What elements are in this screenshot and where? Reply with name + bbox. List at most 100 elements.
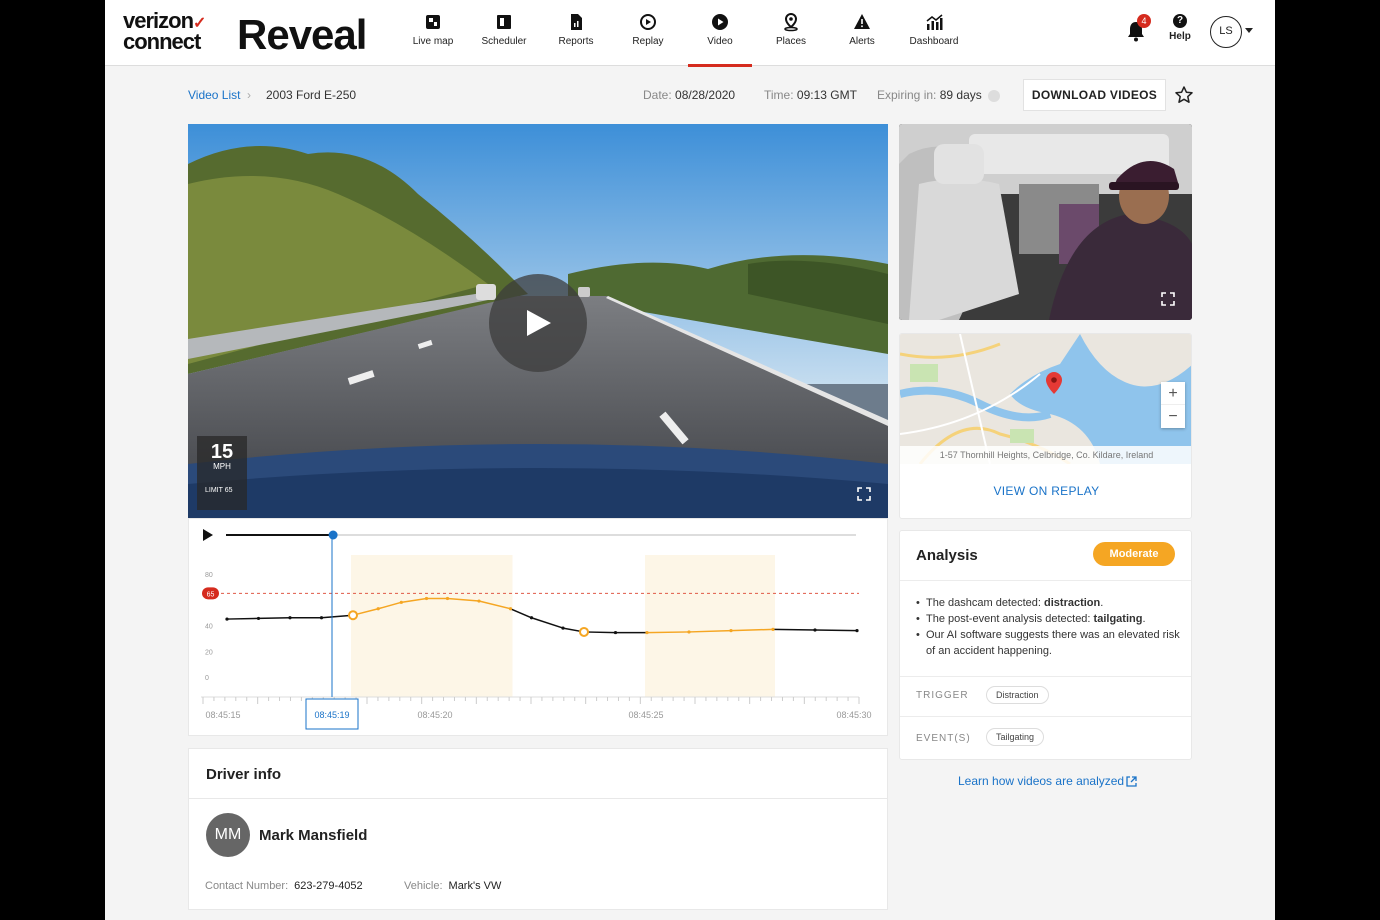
- driver-avatar: MM: [206, 813, 250, 857]
- play-video-button[interactable]: [489, 274, 587, 372]
- nav-item-places[interactable]: Places: [756, 12, 826, 66]
- data-point-19[interactable]: [813, 628, 817, 632]
- data-point-16[interactable]: [687, 630, 691, 634]
- trigger-chip[interactable]: Distraction: [986, 686, 1049, 704]
- data-point-2[interactable]: [288, 616, 292, 620]
- nav-item-live-map[interactable]: Live map: [398, 12, 468, 66]
- zoom-in-button[interactable]: +: [1161, 382, 1185, 405]
- analysis-card: Analysis Moderate The dashcam detected: …: [899, 530, 1192, 760]
- driver-name[interactable]: Mark Mansfield: [259, 827, 367, 844]
- vehicle-value: Mark's VW: [448, 880, 502, 892]
- series-segment-10: [509, 608, 533, 619]
- zoom-out-button[interactable]: −: [1161, 405, 1185, 428]
- data-point-6[interactable]: [399, 600, 403, 604]
- data-point-12[interactable]: [561, 626, 565, 630]
- breadcrumb-video-list-link[interactable]: Video List: [188, 88, 240, 102]
- nav-item-video[interactable]: Video: [685, 12, 755, 67]
- nav-item-scheduler[interactable]: Scheduler: [469, 12, 539, 66]
- nav-item-dashboard[interactable]: Dashboard: [899, 12, 969, 66]
- cabin-camera-view[interactable]: [899, 124, 1192, 320]
- download-videos-button[interactable]: DOWNLOAD VIDEOS: [1023, 79, 1166, 111]
- product-name: Reveal: [237, 11, 367, 58]
- map-zoom-controls: + −: [1161, 382, 1185, 428]
- trigger-label: TRIGGER: [916, 690, 969, 701]
- y-tick-label-1: 65: [207, 591, 215, 598]
- view-on-replay-link[interactable]: VIEW ON REPLAY: [900, 484, 1191, 498]
- x-tick-label-3: 08:45:25: [628, 710, 663, 720]
- analysis-finding: The post-event analysis detected: tailga…: [916, 611, 1181, 627]
- y-tick-label-0: 80: [205, 572, 213, 579]
- events-label: EVENT(S): [916, 733, 971, 744]
- data-point-7[interactable]: [424, 596, 429, 601]
- x-tick-label-1: 08:45:19: [314, 710, 349, 720]
- timeline-scrubber-handle[interactable]: [328, 530, 338, 540]
- scheduler-icon: [497, 15, 511, 29]
- user-avatar[interactable]: LS: [1210, 16, 1242, 48]
- favorite-star-icon[interactable]: [1173, 84, 1195, 106]
- finding-keyword: tailgating: [1093, 613, 1143, 625]
- divider: [900, 580, 1191, 581]
- reports-icon: [571, 14, 582, 30]
- data-point-18[interactable]: [771, 627, 775, 631]
- data-point-14[interactable]: [613, 630, 618, 635]
- help-icon: ?: [1173, 14, 1187, 28]
- location-map-card: 1-57 Thornhill Heights, Celbridge, Co. K…: [899, 333, 1192, 519]
- nav-item-alerts[interactable]: Alerts: [827, 12, 897, 66]
- data-point-20[interactable]: [855, 629, 859, 633]
- brand-logo[interactable]: verizon✓ connect: [123, 10, 206, 53]
- notification-count-badge: 4: [1137, 14, 1151, 28]
- data-point-10[interactable]: [508, 607, 513, 611]
- fullscreen-icon[interactable]: [856, 486, 872, 502]
- speed-limit-label: LIMIT 65: [205, 487, 233, 494]
- y-tick-label-2: 40: [205, 624, 213, 631]
- cabin-fullscreen-icon[interactable]: [1161, 292, 1175, 306]
- x-axis-minor-ticks: [202, 697, 860, 704]
- expiring-value: 89 days: [939, 88, 982, 102]
- event-chip[interactable]: Tailgating: [986, 728, 1045, 746]
- divider: [900, 676, 1191, 677]
- x-tick-label-0: 08:45:15: [205, 710, 240, 720]
- nav-item-replay[interactable]: Replay: [613, 12, 683, 66]
- meta-date: Date: 08/28/2020: [643, 88, 735, 102]
- data-point-8[interactable]: [445, 596, 450, 601]
- series-segment-19: [814, 629, 858, 632]
- data-point-17[interactable]: [729, 629, 733, 633]
- divider: [189, 798, 887, 799]
- learn-how-videos-analyzed-link[interactable]: Learn how videos are analyzed: [958, 774, 1124, 788]
- user-menu-caret-icon[interactable]: [1245, 28, 1253, 33]
- data-point-3[interactable]: [319, 616, 324, 620]
- dashcam-video-player[interactable]: 15 MPH LIMIT 65: [188, 124, 888, 518]
- data-point-1[interactable]: [256, 616, 261, 621]
- timeline-play-icon[interactable]: [203, 529, 213, 541]
- expiry-info-icon[interactable]: [988, 90, 1000, 102]
- analysis-finding: Our AI software suggests there was an el…: [916, 627, 1181, 659]
- data-point-0[interactable]: [225, 617, 229, 621]
- finding-tail: .: [1100, 597, 1104, 609]
- data-point-15[interactable]: [645, 630, 649, 635]
- map-image[interactable]: [900, 334, 1192, 464]
- data-point-11[interactable]: [529, 616, 534, 620]
- nav-item-label: Alerts: [849, 36, 875, 47]
- nav-item-reports[interactable]: Reports: [541, 12, 611, 66]
- places-icon: [784, 12, 798, 32]
- external-link-icon[interactable]: [1126, 776, 1137, 787]
- map-address: 1-57 Thornhill Heights, Celbridge, Co. K…: [900, 446, 1191, 464]
- data-point-4[interactable]: [348, 610, 358, 621]
- nav-item-label: Places: [775, 36, 806, 47]
- series-segment-15: [646, 631, 690, 634]
- divider: [900, 716, 1191, 717]
- data-point-5[interactable]: [376, 607, 380, 611]
- severity-badge: Moderate: [1093, 542, 1175, 566]
- y-axis-ticks: 80 65 40 20 0: [202, 572, 219, 682]
- help-button[interactable]: ? Help: [1163, 14, 1197, 42]
- finding-text: The post-event analysis detected:: [926, 613, 1094, 625]
- data-point-13[interactable]: [579, 626, 589, 637]
- analysis-title: Analysis: [916, 547, 978, 564]
- y-tick-label-4: 0: [205, 675, 209, 682]
- nav-item-label: Dashboard: [909, 36, 959, 47]
- speed-chart[interactable]: 806540200 08:45:15 08:45:19 08:45:20 08:45:…: [189, 519, 889, 737]
- finding-keyword: distraction: [1044, 597, 1101, 609]
- finding-text: Our AI software suggests there was an el…: [926, 629, 1180, 657]
- nav-item-label: Reports: [558, 36, 594, 47]
- data-point-9[interactable]: [477, 599, 481, 603]
